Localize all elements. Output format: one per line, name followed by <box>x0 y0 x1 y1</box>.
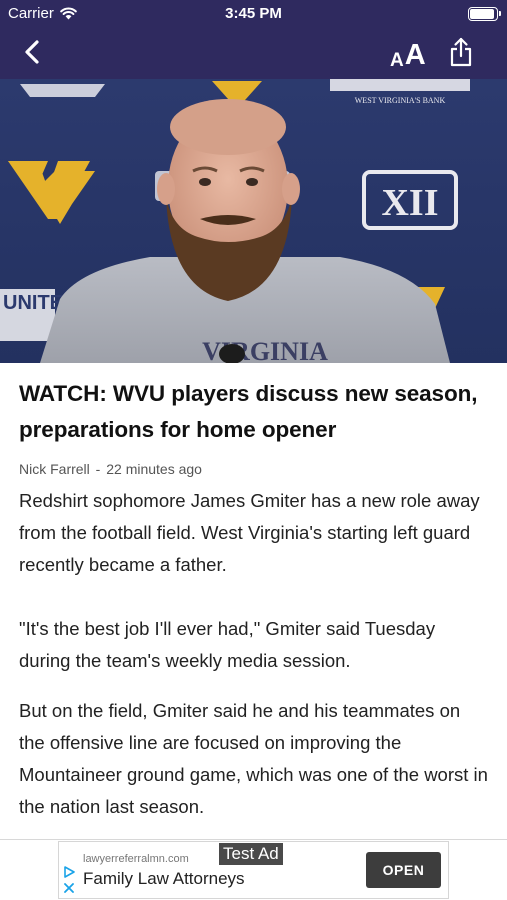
article-byline: Nick Farrell - 22 minutes ago <box>19 460 489 478</box>
share-button[interactable] <box>448 36 474 68</box>
article-hero-image[interactable]: XII WEST VIRGINIA'S BANK UNITED BANK VIR… <box>0 79 507 363</box>
battery-icon <box>468 7 501 21</box>
hero-photo: XII WEST VIRGINIA'S BANK UNITED BANK VIR… <box>0 79 507 363</box>
ad-choices-icon[interactable] <box>63 866 75 878</box>
chevron-left-icon <box>25 40 39 64</box>
banner-text-top-right: WEST VIRGINIA'S BANK <box>355 96 446 105</box>
ad-url[interactable]: lawyerreferralmn.com <box>83 853 189 865</box>
ad-divider <box>0 839 507 840</box>
back-button[interactable] <box>18 36 48 68</box>
article-paragraph: But on the field, Gmiter said he and his… <box>19 700 488 817</box>
nav-bar: A A <box>0 28 507 79</box>
share-icon <box>450 37 472 67</box>
ad-banner[interactable]: lawyerreferralmn.com Test Ad Family Law … <box>58 841 449 899</box>
ad-label: Test Ad <box>219 843 283 865</box>
close-icon[interactable] <box>63 882 75 894</box>
author-name[interactable]: Nick Farrell <box>19 461 90 477</box>
status-bar: Carrier 3:45 PM <box>0 0 507 28</box>
font-size-button[interactable]: A A <box>390 36 426 71</box>
byline-separator: - <box>95 461 101 477</box>
article-headline: WATCH: WVU players discuss new season, p… <box>19 381 478 442</box>
status-time: 3:45 PM <box>225 5 282 22</box>
article-paragraph: "It's the best job I'll ever had," Gmite… <box>19 618 436 671</box>
published-time: 22 minutes ago <box>106 461 202 477</box>
conference-logo-text: XII <box>381 182 438 224</box>
ad-title[interactable]: Family Law Attorneys <box>83 869 245 889</box>
ad-open-button[interactable]: OPEN <box>366 852 441 888</box>
article-paragraph: Redshirt sophomore James Gmiter has a ne… <box>19 490 480 575</box>
battery-level <box>470 9 494 19</box>
article-body: WATCH: WVU players discuss new season, p… <box>19 363 489 823</box>
app-header: Carrier 3:45 PM A A <box>0 0 507 79</box>
font-size-large-glyph: A <box>404 39 426 71</box>
font-size-small-glyph: A <box>390 50 404 71</box>
